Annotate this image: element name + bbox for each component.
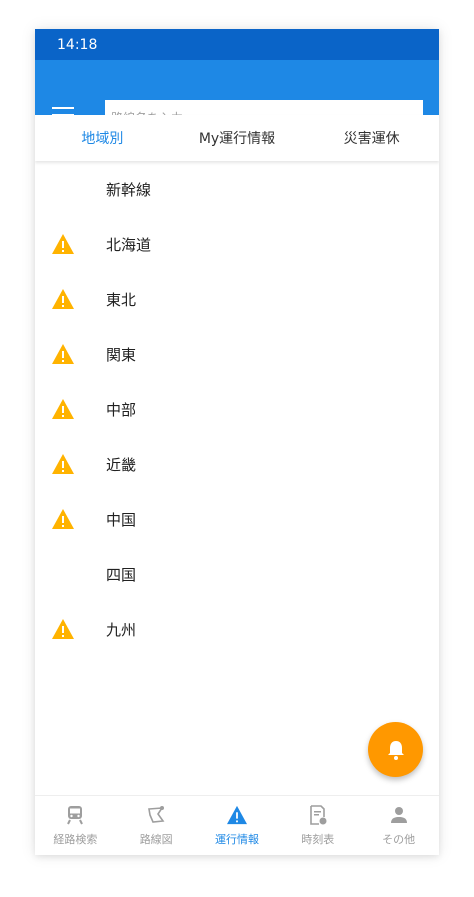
- region-item-shikoku[interactable]: 四国: [35, 547, 439, 602]
- bell-icon: [387, 740, 404, 760]
- region-item-hokkaido[interactable]: 北海道: [35, 217, 439, 272]
- timetable-icon: [307, 804, 329, 826]
- region-label: 九州: [106, 621, 137, 639]
- region-item-shinkansen[interactable]: 新幹線: [35, 162, 439, 217]
- nav-route-search[interactable]: 経路検索: [35, 796, 116, 855]
- tab-my-service-info[interactable]: My運行情報: [170, 115, 305, 161]
- region-label: 北海道: [106, 236, 152, 254]
- nav-timetable[interactable]: 時刻表: [277, 796, 358, 855]
- notification-fab[interactable]: [368, 722, 423, 777]
- train-icon: [64, 804, 86, 826]
- nav-label: 路線図: [139, 833, 173, 846]
- tab-disaster-suspension[interactable]: 災害運休: [304, 115, 439, 161]
- person-icon: [388, 804, 410, 826]
- region-item-kyushu[interactable]: 九州: [35, 602, 439, 657]
- region-item-chubu[interactable]: 中部: [35, 382, 439, 437]
- region-item-kinki[interactable]: 近畿: [35, 437, 439, 492]
- warning-icon: [226, 804, 248, 826]
- region-item-chugoku[interactable]: 中国: [35, 492, 439, 547]
- nav-service-info[interactable]: 運行情報: [197, 796, 278, 855]
- route-map-icon: [145, 804, 167, 826]
- nav-other[interactable]: その他: [358, 796, 439, 855]
- nav-label: 運行情報: [214, 833, 259, 846]
- region-list: 新幹線 北海道 東北 関東 中部 近畿 中国 四国 九州: [35, 162, 439, 657]
- warning-icon: [52, 509, 74, 529]
- tab-region[interactable]: 地域別: [35, 115, 170, 161]
- bottom-navigation: 経路検索 路線図 運行情報 時刻表 その他: [35, 795, 439, 855]
- warning-icon: [52, 454, 74, 474]
- region-label: 四国: [106, 566, 137, 584]
- warning-icon: [52, 619, 74, 639]
- region-label: 新幹線: [106, 181, 152, 199]
- region-label: 中国: [106, 511, 137, 529]
- region-label: 関東: [106, 346, 137, 364]
- warning-icon: [52, 289, 74, 309]
- region-item-tohoku[interactable]: 東北: [35, 272, 439, 327]
- app-screen: 14:18 地域別 My運行情報 災害運休 新幹線 北海道 東北 関東 中部: [35, 29, 439, 855]
- status-time: 14:18: [57, 36, 98, 53]
- warning-icon: [52, 234, 74, 254]
- warning-icon: [52, 344, 74, 364]
- nav-label: 経路検索: [53, 833, 98, 846]
- region-label: 近畿: [106, 456, 137, 474]
- nav-label: 時刻表: [301, 833, 335, 846]
- nav-label: その他: [382, 833, 416, 846]
- tab-bar: 地域別 My運行情報 災害運休: [35, 115, 439, 161]
- status-bar: 14:18: [35, 29, 439, 60]
- nav-route-map[interactable]: 路線図: [116, 796, 197, 855]
- region-label: 東北: [106, 291, 137, 309]
- region-label: 中部: [106, 401, 137, 419]
- warning-icon: [52, 399, 74, 419]
- region-item-kanto[interactable]: 関東: [35, 327, 439, 382]
